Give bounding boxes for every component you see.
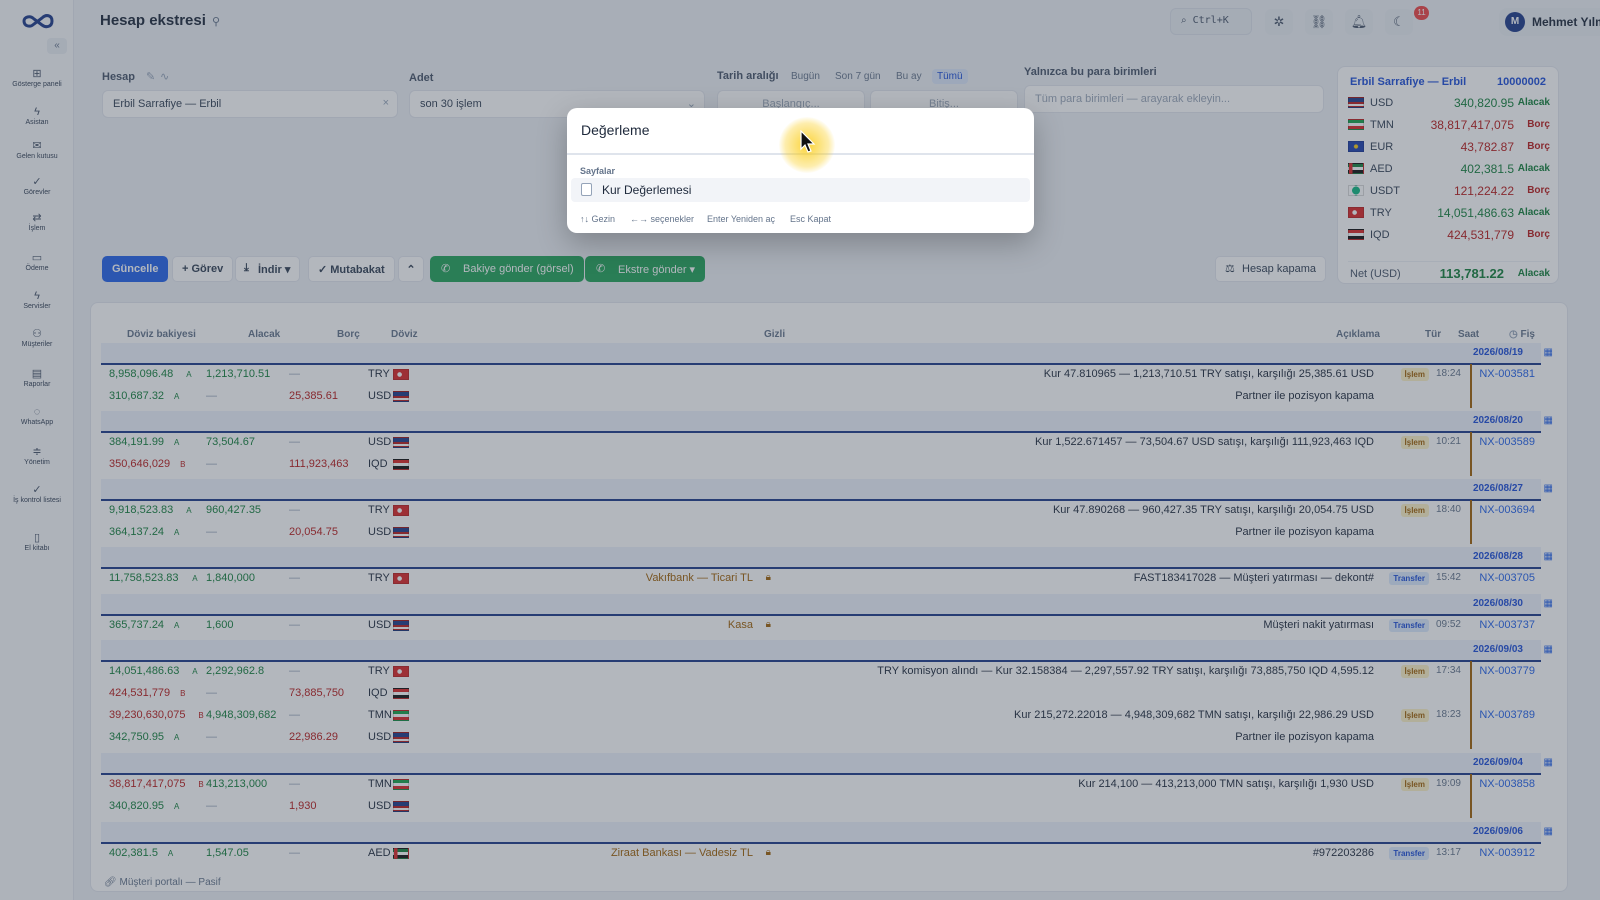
hint-navigate: ↑↓ Gezin [580,214,616,224]
command-search-input[interactable]: Değerleme [581,122,649,138]
result-item[interactable]: Kur Değerlemesi [571,178,1030,202]
hint-options: ←→ seçenekler [630,214,695,224]
page-icon [581,183,592,196]
result-item-label: Kur Değerlemesi [602,183,692,197]
mouse-cursor-icon [800,130,816,153]
hint-reopen: Enter Yeniden aç [707,214,776,224]
results-section-label: Sayfalar [580,166,616,176]
hint-close: Esc Kapat [790,214,832,224]
